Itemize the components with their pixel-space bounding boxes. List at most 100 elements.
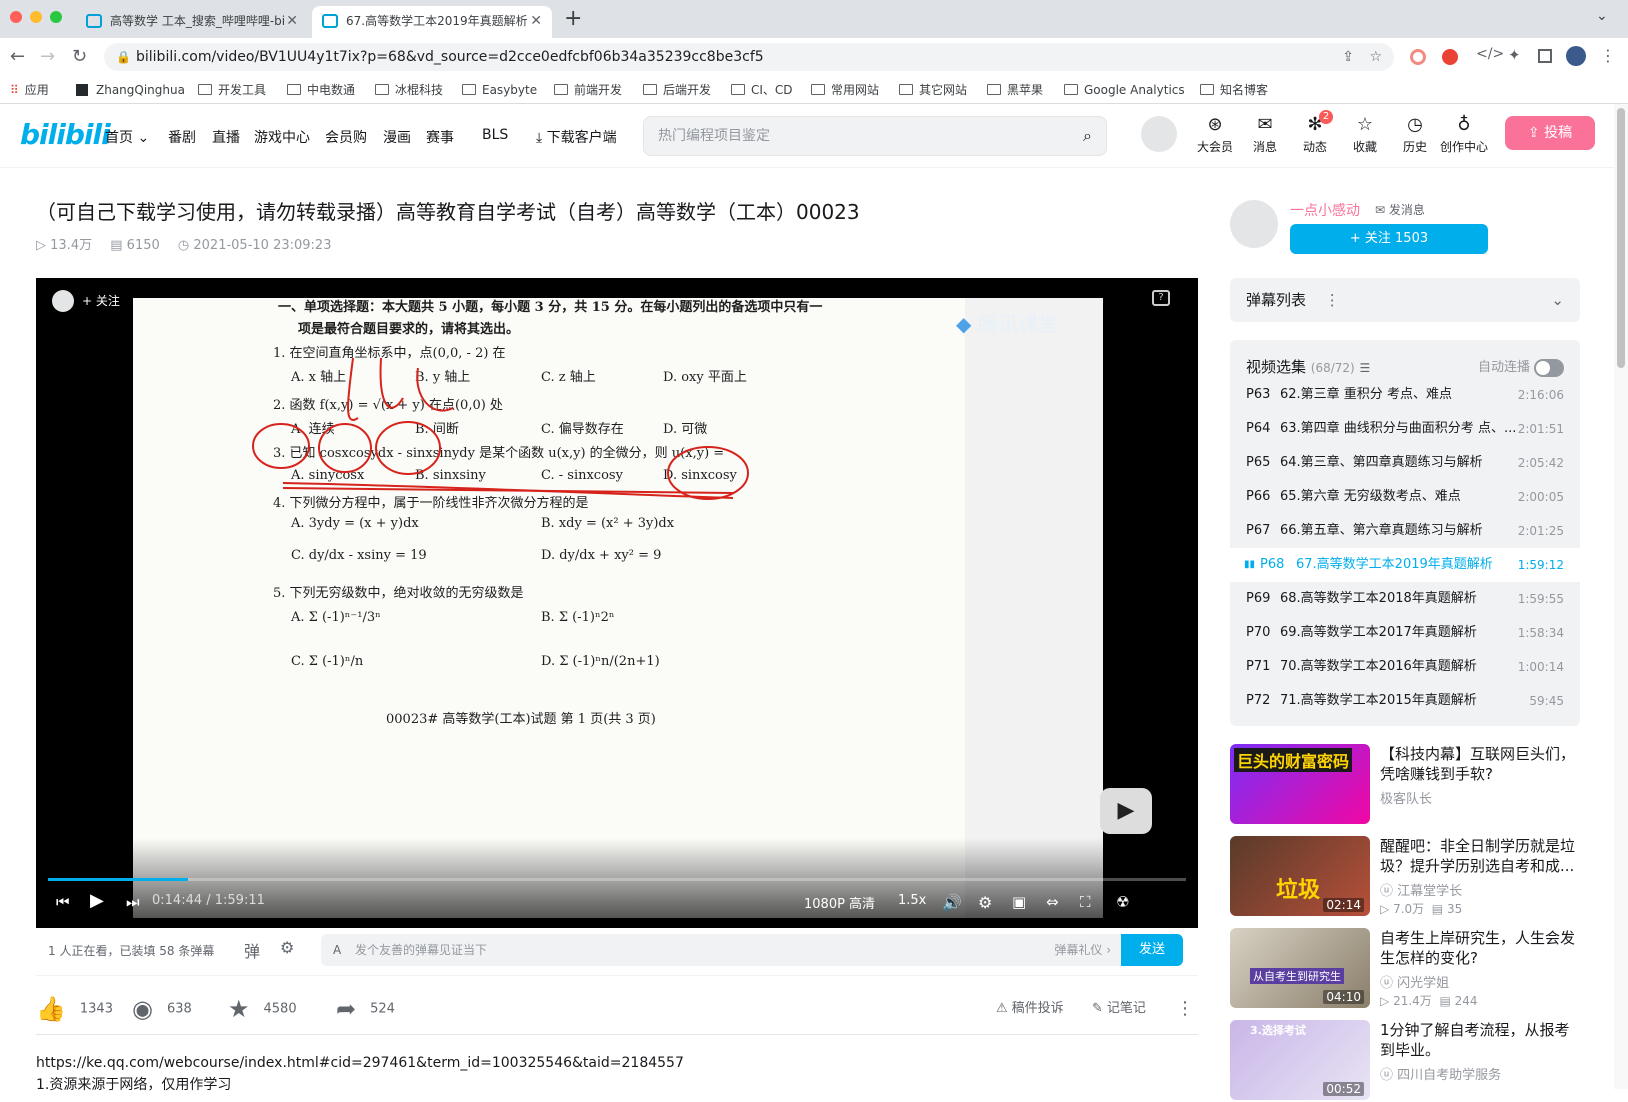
episode-item[interactable]: P72 71.高等数学工本2015年真题解析 59:45 xyxy=(1230,684,1580,718)
page-scrollbar[interactable] xyxy=(1614,104,1628,1089)
overlay-follow-button[interactable]: + 关注 xyxy=(50,288,128,314)
recommended-author[interactable]: ⓤ 闪光学姐 xyxy=(1380,972,1449,991)
next-icon[interactable]: ⏭ xyxy=(126,893,140,911)
play-icon[interactable]: ▶ xyxy=(90,890,104,911)
bookmark-folder[interactable]: 冰棍科技 xyxy=(375,81,443,99)
search-input[interactable]: 热门编程项目鉴定 ⌕ xyxy=(643,116,1107,156)
video-player[interactable]: 一、单项选择题：本大题共 5 小题，每小题 3 分，共 15 分。在每小题列出的… xyxy=(36,278,1198,928)
nav-manga[interactable]: 漫画 xyxy=(383,127,411,147)
danmaku-input[interactable]: A 发个友善的弹幕见证当下 弹幕礼仪 › xyxy=(321,934,1121,966)
extensions-puzzle-icon[interactable]: ✦ xyxy=(1508,46,1521,64)
video-thumbnail[interactable]: 垃圾 02:14 xyxy=(1230,836,1370,916)
search-icon[interactable]: ⌕ xyxy=(1083,117,1092,155)
browser-tab-search[interactable]: 高等数学 工本_搜索_哔哩哔哩-bi ✕ xyxy=(76,6,308,38)
video-thumbnail[interactable]: 3.选择考试 00:52 xyxy=(1230,1020,1370,1100)
nav-download-client[interactable]: ⤓ 下载客户端 xyxy=(536,127,617,147)
web-fullscreen-icon[interactable]: ⛶ xyxy=(1080,893,1091,911)
bookmark-folder[interactable]: Easybyte xyxy=(462,81,537,99)
nav-bangumi[interactable]: 番剧 xyxy=(168,127,196,147)
close-tab-icon[interactable]: ✕ xyxy=(530,6,542,36)
danmaku-send-button[interactable]: 发送 xyxy=(1121,934,1183,966)
bookmark-folder[interactable]: Google Analytics xyxy=(1064,81,1185,99)
episode-item[interactable]: P63 62.第三章 重积分 考点、难点 2:16:06 xyxy=(1230,378,1580,412)
episode-item[interactable]: P67 66.第五章、第六章真题练习与解析 2:01:25 xyxy=(1230,514,1580,548)
upload-button[interactable]: ⇪ 投稿 xyxy=(1505,116,1595,150)
bookmark-folder[interactable]: CI、CD xyxy=(731,81,793,99)
scrollbar-thumb[interactable] xyxy=(1617,108,1625,368)
new-tab-button[interactable]: + xyxy=(564,6,582,31)
settings-gear-icon[interactable]: ⚙ xyxy=(978,893,992,912)
tab-search-chevron-icon[interactable]: ⌄ xyxy=(1596,8,1608,24)
font-style-icon[interactable]: A xyxy=(333,934,341,966)
share-icon[interactable]: ⇪ xyxy=(1342,43,1354,71)
speed-selector[interactable]: 1.5x xyxy=(898,893,926,908)
episode-item[interactable]: P69 68.高等数学工本2018年真题解析 1:59:55 xyxy=(1230,582,1580,616)
coin-button[interactable]: ◉ 638 xyxy=(132,997,192,1022)
danmaku-settings-icon[interactable]: ⚙ xyxy=(280,938,294,957)
creator-center-link[interactable]: ♁ 创作中心 xyxy=(1435,112,1493,155)
video-thumbnail[interactable]: 从自考生到研究生 04:10 xyxy=(1230,928,1370,1008)
send-message-link[interactable]: ✉ 发消息 xyxy=(1375,201,1425,218)
bilibili-logo[interactable]: bilibili xyxy=(20,118,111,151)
danmaku-toggle-icon[interactable]: 弹 xyxy=(244,938,260,962)
dynamics-link[interactable]: ✻ 动态 2 xyxy=(1293,110,1337,155)
previous-icon[interactable]: ⏮ xyxy=(56,893,70,911)
url-input[interactable]: 🔒 bilibili.com/video/BV1UU4y1t7ix?p=68&v… xyxy=(104,43,1394,71)
like-button[interactable]: 👍 1343 xyxy=(36,997,113,1022)
danmaku-etiquette-link[interactable]: 弹幕礼仪 › xyxy=(1054,934,1111,966)
close-tab-icon[interactable]: ✕ xyxy=(286,6,298,36)
bookmark-star-icon[interactable]: ☆ xyxy=(1369,43,1382,71)
autoplay-toggle[interactable]: 自动连播 xyxy=(1478,356,1564,377)
favorites-link[interactable]: ☆ 收藏 xyxy=(1343,112,1387,155)
recommended-video[interactable]: 巨头的财富密码 【科技内幕】互联网巨头们，凭啥赚钱到手软? 极客队长 xyxy=(1230,744,1580,826)
bookmark-folder[interactable]: 常用网站 xyxy=(811,81,879,99)
recommended-title[interactable]: 醒醒吧：非全日制学历就是垃圾？提升学历别选自考和成... xyxy=(1380,836,1580,876)
nav-bls[interactable]: BLS xyxy=(482,127,508,143)
reload-icon[interactable]: ↻ xyxy=(72,46,87,67)
recommended-author[interactable]: 极客队长 xyxy=(1380,788,1432,807)
bookmark-zhangqinghua[interactable]: ZhangQinghua xyxy=(76,81,185,99)
recommended-author[interactable]: ⓤ 江幕堂学长 xyxy=(1380,880,1462,899)
episode-item[interactable]: P70 69.高等数学工本2017年真题解析 1:58:34 xyxy=(1230,616,1580,650)
favorite-button[interactable]: ★ 4580 xyxy=(228,997,297,1022)
report-button[interactable]: ⚠ 稿件投诉 xyxy=(996,997,1064,1021)
share-button[interactable]: ➦ 524 xyxy=(336,997,395,1022)
maximize-window-button[interactable] xyxy=(50,11,62,23)
more-options-icon[interactable]: ⋮ xyxy=(1325,291,1340,309)
recommended-video[interactable]: 垃圾 02:14 醒醒吧：非全日制学历就是垃圾？提升学历别选自考和成... ⓤ … xyxy=(1230,836,1580,918)
user-avatar[interactable] xyxy=(1141,116,1177,152)
nav-esports[interactable]: 赛事 xyxy=(426,127,454,147)
recommended-video[interactable]: 从自考生到研究生 04:10 自考生上岸研究生，人生会发生怎样的变化? ⓤ 闪光… xyxy=(1230,928,1580,1010)
recommended-title[interactable]: 【科技内幕】互联网巨头们，凭啥赚钱到手软? xyxy=(1380,744,1580,784)
volume-icon[interactable]: 🔊 xyxy=(942,893,962,912)
nav-home[interactable]: 首页 ⌄ xyxy=(105,127,149,147)
episode-item[interactable]: P66 65.第六章 无穷级数考点、难点 2:00:05 xyxy=(1230,480,1580,514)
help-icon[interactable]: ? xyxy=(1152,290,1170,306)
messages-link[interactable]: ✉ 消息 xyxy=(1243,112,1287,155)
big-play-icon[interactable]: ▶ xyxy=(1100,788,1152,834)
profile-avatar[interactable] xyxy=(1566,46,1586,66)
vip-link[interactable]: ⊛ 大会员 xyxy=(1193,112,1237,155)
bookmark-folder[interactable]: 开发工具 xyxy=(198,81,266,99)
recommended-video[interactable]: 3.选择考试 00:52 1分钟了解自考流程，从报考到毕业。 ⓤ 四川自考助学服… xyxy=(1230,1020,1580,1102)
nav-mall[interactable]: 会员购 xyxy=(325,127,367,147)
danmaku-list-panel[interactable]: 弹幕列表 ⋮ ⌄ xyxy=(1230,278,1580,322)
episode-item-active[interactable]: ▮▮ P68 67.高等数学工本2019年真题解析 1:59:12 xyxy=(1230,548,1580,582)
nav-game-center[interactable]: 游戏中心 xyxy=(254,127,310,147)
progress-bar[interactable] xyxy=(48,878,1186,881)
extension-adblock-icon[interactable] xyxy=(1442,49,1458,65)
episode-item[interactable]: P71 70.高等数学工本2016年真题解析 1:00:14 xyxy=(1230,650,1580,684)
bookmark-folder[interactable]: 前端开发 xyxy=(554,81,622,99)
toggle-switch[interactable] xyxy=(1534,358,1564,377)
back-arrow-icon[interactable]: ← xyxy=(10,46,25,67)
pip-icon[interactable]: ▣ xyxy=(1012,893,1026,911)
uploader-name[interactable]: 一点小感动 xyxy=(1290,200,1360,220)
minimize-window-button[interactable] xyxy=(30,11,42,23)
bookmark-folder[interactable]: 中电数通 xyxy=(287,81,355,99)
note-button[interactable]: ✎ 记笔记 xyxy=(1092,997,1146,1021)
bookmark-folder[interactable]: 其它网站 xyxy=(899,81,967,99)
fullscreen-icon[interactable]: ☢ xyxy=(1116,893,1129,911)
bookmark-apps[interactable]: ⠿ 应用 xyxy=(10,81,49,99)
history-link[interactable]: ◷ 历史 xyxy=(1393,112,1437,155)
episode-item[interactable]: P64 63.第四章 曲线积分与曲面积分考 点、... 2:01:51 xyxy=(1230,412,1580,446)
